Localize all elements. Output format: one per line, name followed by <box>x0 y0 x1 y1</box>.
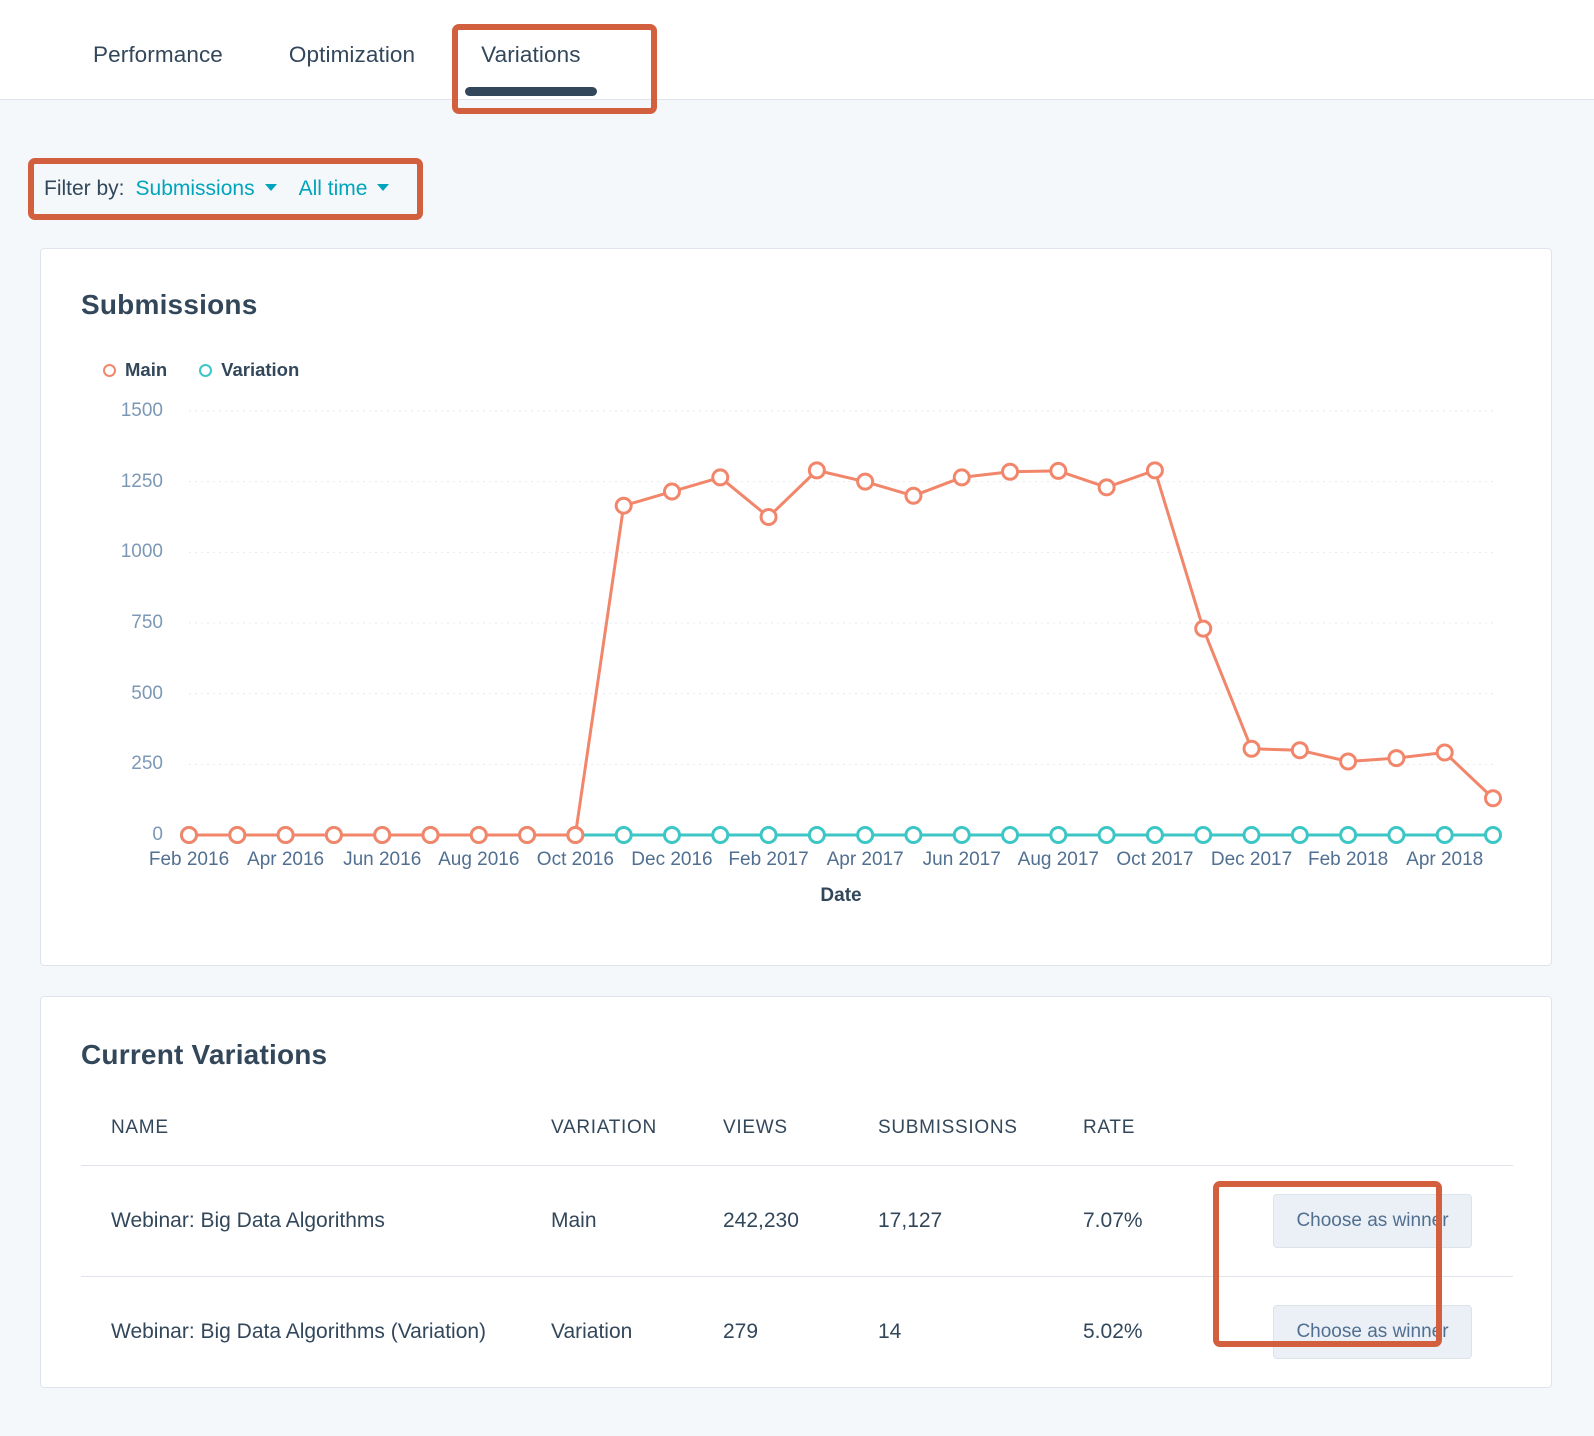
variations-page: Performance Optimization Variations Filt… <box>0 0 1594 1436</box>
legend-label-variation: Variation <box>221 359 300 380</box>
table-head: NAME VARIATION VIEWS SUBMISSIONS RATE <box>81 1117 1513 1166</box>
cell-variation: Main <box>551 1165 723 1277</box>
chart-legend: Main Variation <box>103 359 299 381</box>
chart-card-title: Submissions <box>81 289 258 320</box>
legend-label-main: Main <box>125 359 168 380</box>
x-axis-tick-label: Jun 2017 <box>922 849 1001 870</box>
y-axis-tick-label: 0 <box>152 824 163 845</box>
chart-svg <box>180 410 1502 844</box>
cell-rate: 7.07% <box>1083 1165 1273 1277</box>
choose-as-winner-button[interactable]: Choose as winner <box>1273 1194 1472 1248</box>
cell-action: Choose as winner <box>1273 1165 1513 1277</box>
column-header-views: VIEWS <box>723 1117 878 1166</box>
legend-item-main[interactable]: Main <box>103 359 167 381</box>
cell-views: 279 <box>723 1320 759 1343</box>
y-axis-tick-label: 1500 <box>120 400 163 421</box>
filter-daterange-dropdown[interactable]: All time <box>299 177 368 201</box>
tab-performance-label: Performance <box>93 42 223 67</box>
cell-name: Webinar: Big Data Algorithms (Variation) <box>111 1320 487 1343</box>
line-chart-plot[interactable]: 0 250 500 750 1000 1250 1500 Feb 2016 Apr 2016 Ju… <box>81 399 1511 919</box>
x-axis-tick-label: Feb 2017 <box>728 849 809 870</box>
circle-marker-icon <box>199 363 213 377</box>
x-axis-tick-label: Aug 2017 <box>1017 849 1100 870</box>
circle-marker-icon <box>103 363 116 377</box>
x-axis-tick-label: Oct 2016 <box>536 849 614 870</box>
current-variations-card: Current Variations NAME VARIATION VIEWS … <box>40 996 1552 1388</box>
variations-table: NAME VARIATION VIEWS SUBMISSIONS RATE We… <box>81 1117 1513 1387</box>
column-header-rate: RATE <box>1083 1117 1273 1166</box>
cell-views: 242,230 <box>723 1165 878 1277</box>
cell-action: Choose as winner <box>1273 1277 1513 1388</box>
x-axis-tick-label: Aug 2016 <box>438 849 520 870</box>
table-body: Webinar: Big Data Algorithms Main 242,23… <box>81 1165 1513 1388</box>
x-axis-tick-label: Jun 2016 <box>343 849 422 870</box>
tab-variations-label: Variations <box>481 42 581 67</box>
chevron-down-icon[interactable] <box>377 184 390 191</box>
tab-bar: Performance Optimization Variations <box>0 0 1594 100</box>
table-row: Webinar: Big Data Algorithms (Variation)… <box>81 1277 1513 1388</box>
x-axis-tick-label: Dec 2016 <box>631 849 713 870</box>
cell-variation: Variation <box>551 1320 633 1343</box>
choose-as-winner-button[interactable]: Choose as winner <box>1273 1305 1472 1359</box>
legend-item-variation[interactable]: Variation <box>199 359 299 381</box>
column-header-actions <box>1273 1117 1513 1166</box>
tab-variations[interactable]: Variations <box>448 0 613 100</box>
submissions-chart-card: Submissions Main Variation 0 250 500 750 100… <box>40 248 1552 966</box>
column-header-submissions: SUBMISSIONS <box>878 1117 1083 1166</box>
x-axis-tick-label: Feb 2016 <box>148 849 230 870</box>
x-axis-tick-label: Apr 2017 <box>826 849 904 870</box>
y-axis-tick-label: 1250 <box>120 470 163 492</box>
filter-bar: Filter by: Submissions All time <box>44 172 390 206</box>
filter-metric-dropdown[interactable]: Submissions <box>136 177 255 201</box>
cell-name: Webinar: Big Data Algorithms <box>81 1165 551 1277</box>
cell-submissions: 14 <box>878 1320 902 1343</box>
x-axis-tick-label: Apr 2018 <box>1406 849 1484 870</box>
cell-submissions: 17,127 <box>878 1165 1083 1277</box>
x-axis-tick-label: Feb 2018 <box>1307 849 1389 870</box>
tab-performance[interactable]: Performance <box>60 0 256 100</box>
table-header-row: NAME VARIATION VIEWS SUBMISSIONS RATE <box>81 1117 1513 1166</box>
table-card-title: Current Variations <box>81 1039 328 1070</box>
x-axis-title: Date <box>820 885 862 906</box>
x-axis-tick-label: Apr 2016 <box>247 849 325 870</box>
y-axis-tick-label: 500 <box>131 682 163 704</box>
x-axis-tick-label: Dec 2017 <box>1210 849 1293 870</box>
y-axis-tick-label: 250 <box>131 753 163 775</box>
tab-optimization-label: Optimization <box>288 42 416 67</box>
chevron-down-icon[interactable] <box>264 184 277 191</box>
y-axis-tick-label: 1000 <box>120 541 163 563</box>
cell-rate: 5.02% <box>1083 1320 1143 1343</box>
y-axis-tick-label: 750 <box>131 612 163 633</box>
tab-list: Performance Optimization Variations <box>60 0 614 100</box>
tab-optimization[interactable]: Optimization <box>256 0 448 100</box>
column-header-variation: VARIATION <box>551 1117 723 1166</box>
table-row: Webinar: Big Data Algorithms Main 242,23… <box>81 1165 1513 1277</box>
x-axis-tick-label: Oct 2017 <box>1116 849 1194 870</box>
filter-by-label: Filter by: <box>44 177 125 200</box>
column-header-name: NAME <box>81 1117 551 1166</box>
